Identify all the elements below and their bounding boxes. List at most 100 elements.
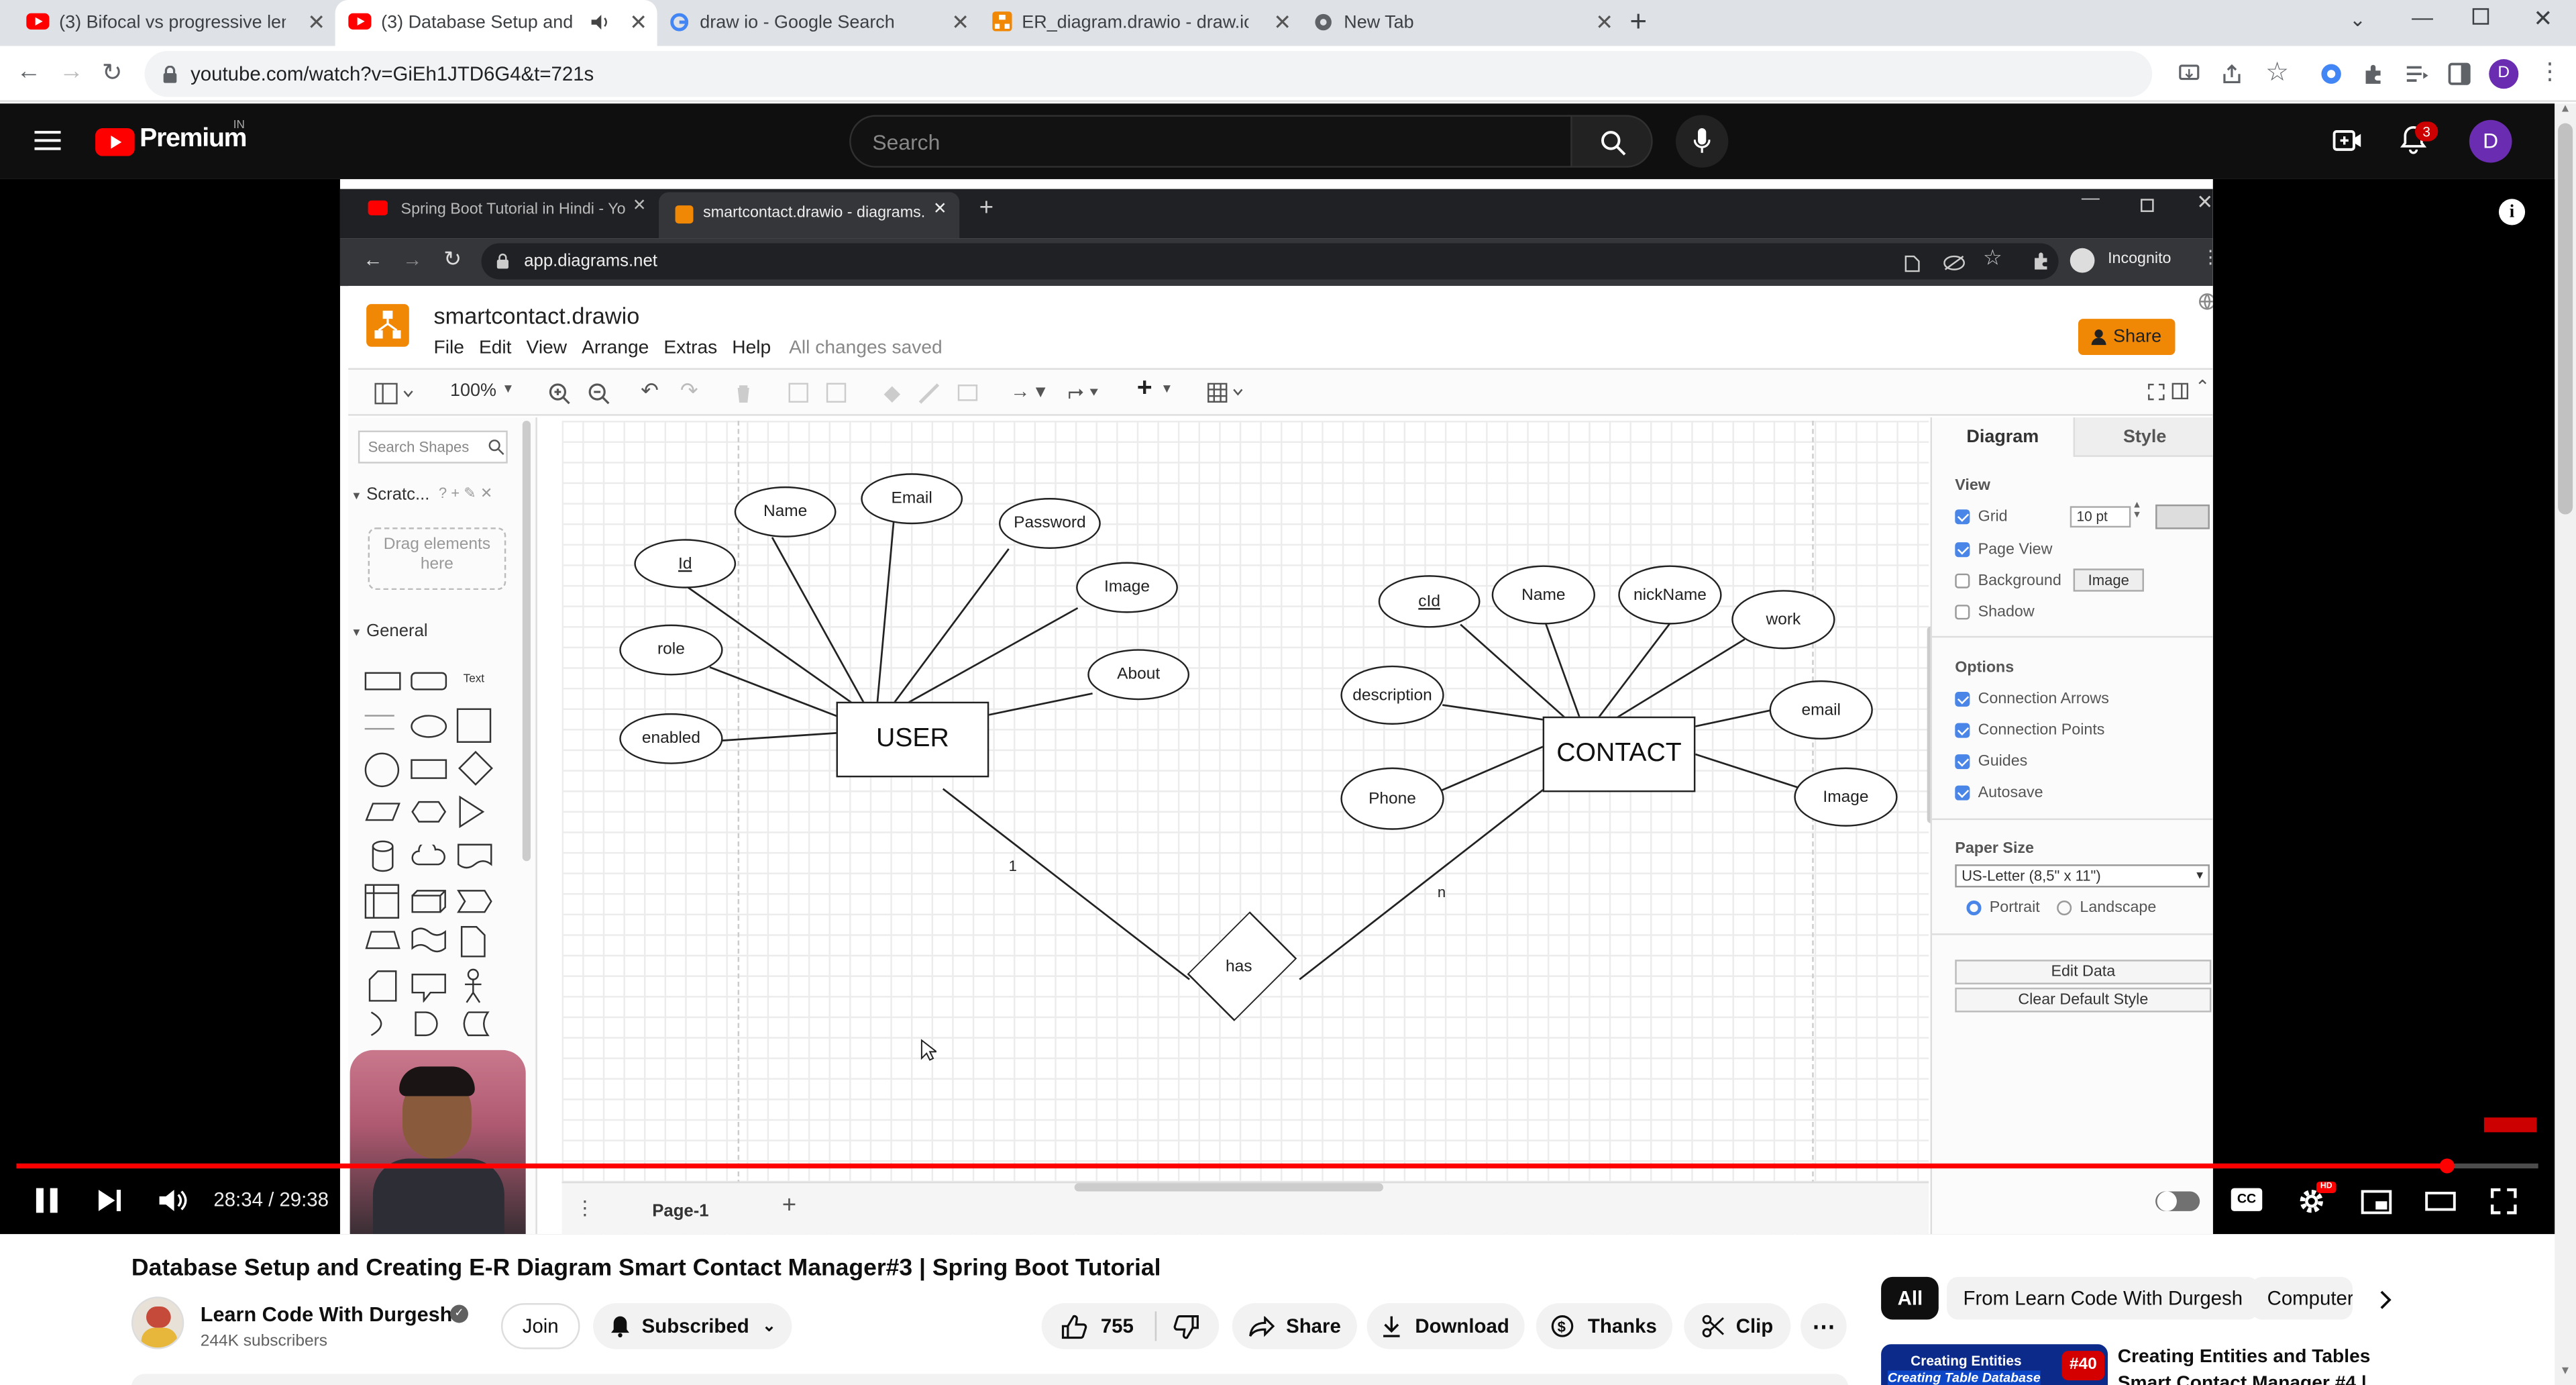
- square-shape[interactable]: [456, 708, 492, 743]
- to-front-icon[interactable]: [788, 382, 808, 403]
- shadow-icon[interactable]: [957, 384, 978, 401]
- table-icon[interactable]: [1208, 382, 1247, 403]
- back-button[interactable]: ←: [16, 58, 41, 86]
- maximize-window-button[interactable]: [2141, 199, 2154, 212]
- zoom-out-icon[interactable]: [588, 383, 610, 405]
- waypoints-icon[interactable]: ⮣ ▾: [1068, 380, 1099, 405]
- cloud-shape[interactable]: [411, 844, 447, 868]
- attribute-contact-cid[interactable]: cId: [1378, 575, 1481, 628]
- share-button[interactable]: Share: [1232, 1303, 1357, 1349]
- data-storage-shape[interactable]: [460, 1011, 490, 1037]
- attribute-user-name[interactable]: Name: [734, 486, 837, 537]
- close-tab-icon[interactable]: ✕: [307, 10, 325, 36]
- portrait-radio[interactable]: Portrait: [1966, 899, 2040, 917]
- attribute-contact-description[interactable]: description: [1340, 665, 1444, 725]
- scratchpad-drop-zone[interactable]: Drag elements here: [368, 527, 506, 591]
- forward-button[interactable]: →: [59, 58, 84, 86]
- fullscreen-icon[interactable]: [2147, 383, 2165, 401]
- grid-checkbox[interactable]: Grid: [1955, 508, 2008, 526]
- file-name[interactable]: smartcontact.drawio: [434, 303, 640, 329]
- inner-tab-active[interactable]: smartcontact.drawio - diagrams.n ✕: [659, 192, 960, 239]
- page-icon[interactable]: [1904, 255, 1920, 273]
- page-view-checkbox[interactable]: Page View: [1955, 541, 2052, 559]
- incognito-icon[interactable]: [2070, 248, 2095, 273]
- toggle-panel-icon[interactable]: [2171, 382, 2189, 400]
- undo-icon[interactable]: ↶: [641, 378, 659, 404]
- zoom-dropdown-icon[interactable]: ▾: [504, 380, 512, 398]
- tab-er-diagram[interactable]: ER_diagram.drawio - draw.io ✕: [979, 0, 1301, 46]
- forward-button[interactable]: →: [402, 248, 422, 271]
- tape-shape[interactable]: [411, 927, 447, 953]
- diagram-canvas[interactable]: Id Name Email Password Image About role …: [561, 420, 1935, 1235]
- insert-dropdown-icon[interactable]: ▾: [1163, 380, 1171, 398]
- edit-data-button[interactable]: Edit Data: [1955, 960, 2212, 984]
- grid-size-stepper-icon[interactable]: ▴ ▾: [2134, 499, 2140, 521]
- to-back-icon[interactable]: [826, 382, 847, 403]
- attribute-user-about[interactable]: About: [1087, 649, 1190, 701]
- chip-computer[interactable]: Computer: [2251, 1276, 2353, 1320]
- channel-avatar[interactable]: [131, 1296, 184, 1349]
- tab-search-chevron-icon[interactable]: ⌄: [2349, 8, 2366, 31]
- connection-style-icon[interactable]: → ▾: [1010, 380, 1045, 403]
- extensions-puzzle-icon[interactable]: [2032, 252, 2051, 271]
- entity-contact[interactable]: CONTACT: [1542, 716, 1696, 792]
- attribute-user-password[interactable]: Password: [998, 498, 1101, 549]
- grid-color-swatch[interactable]: [2155, 504, 2210, 529]
- text-shape[interactable]: Text: [464, 674, 484, 685]
- tab-style[interactable]: Style: [2073, 417, 2213, 457]
- share-button[interactable]: Share: [2078, 319, 2176, 355]
- general-label[interactable]: General: [366, 621, 427, 641]
- attribute-contact-work[interactable]: work: [1731, 590, 1835, 650]
- entity-user[interactable]: USER: [836, 701, 989, 778]
- minimize-window-button[interactable]: —: [2412, 5, 2433, 30]
- attribute-contact-image[interactable]: Image: [1794, 767, 1898, 827]
- search-button[interactable]: [1570, 115, 1653, 168]
- next-video-icon[interactable]: [97, 1188, 123, 1213]
- info-icon[interactable]: i: [2498, 199, 2526, 225]
- format-panel-toggle-icon[interactable]: [374, 382, 414, 405]
- recommended-title[interactable]: Creating Entities and Tables: [2118, 1347, 2371, 1367]
- chrome-menu-icon[interactable]: ⋮: [2538, 58, 2561, 86]
- side-panel-icon[interactable]: [2448, 62, 2471, 85]
- tab-database-setup[interactable]: (3) Database Setup and Crea ✕: [335, 0, 657, 46]
- volume-icon[interactable]: [158, 1188, 189, 1213]
- internal-storage-shape[interactable]: [364, 884, 400, 919]
- like-count[interactable]: 755: [1101, 1315, 1134, 1337]
- callout-shape[interactable]: [411, 973, 447, 1003]
- close-tab-icon[interactable]: ✕: [1273, 10, 1291, 36]
- shadow-checkbox[interactable]: Shadow: [1955, 603, 2035, 621]
- attribute-user-image[interactable]: Image: [1076, 562, 1178, 613]
- close-window-button[interactable]: ✕: [2196, 191, 2212, 213]
- reload-button[interactable]: ↻: [443, 246, 462, 272]
- autoplay-toggle[interactable]: [2155, 1191, 2200, 1211]
- tab-diagram[interactable]: Diagram: [1932, 417, 2074, 457]
- cube-shape[interactable]: [411, 889, 447, 914]
- close-tab-icon[interactable]: ✕: [1595, 10, 1613, 36]
- line-color-icon[interactable]: [918, 383, 940, 405]
- guides-checkbox[interactable]: Guides: [1955, 753, 2027, 771]
- reload-button[interactable]: ↻: [102, 58, 123, 87]
- and-shape[interactable]: [414, 1011, 443, 1037]
- language-globe-icon[interactable]: [2198, 293, 2213, 311]
- description-box[interactable]: [131, 1374, 1849, 1385]
- close-tab-icon[interactable]: ✕: [933, 201, 947, 219]
- landscape-radio[interactable]: Landscape: [2057, 899, 2156, 917]
- back-button[interactable]: ←: [363, 248, 382, 271]
- recommended-thumbnail[interactable]: Creating Entities Creating Table Databas…: [1881, 1344, 2108, 1385]
- clip-button[interactable]: Clip: [1684, 1303, 1791, 1349]
- voice-search-button[interactable]: [1675, 115, 1729, 168]
- fullscreen-icon[interactable]: [2490, 1188, 2517, 1215]
- new-tab-button[interactable]: +: [1629, 5, 1647, 39]
- search-input[interactable]: Search: [849, 115, 1572, 168]
- attribute-contact-name[interactable]: Name: [1491, 565, 1595, 625]
- chip-all[interactable]: All: [1881, 1276, 1939, 1320]
- attribute-contact-phone[interactable]: Phone: [1340, 767, 1444, 830]
- insert-icon[interactable]: +: [1137, 374, 1152, 404]
- fill-color-icon[interactable]: [881, 383, 902, 405]
- grid-size-input[interactable]: 10 pt: [2070, 506, 2131, 528]
- address-bar[interactable]: youtube.com/watch?v=GiEh1JTD6G4&t=721s ☆: [144, 50, 2289, 97]
- dislike-icon[interactable]: [1173, 1314, 1199, 1339]
- card-shape[interactable]: [368, 970, 398, 1003]
- attribute-contact-nickname[interactable]: nickName: [1618, 565, 1722, 625]
- zoom-in-icon[interactable]: [549, 383, 570, 405]
